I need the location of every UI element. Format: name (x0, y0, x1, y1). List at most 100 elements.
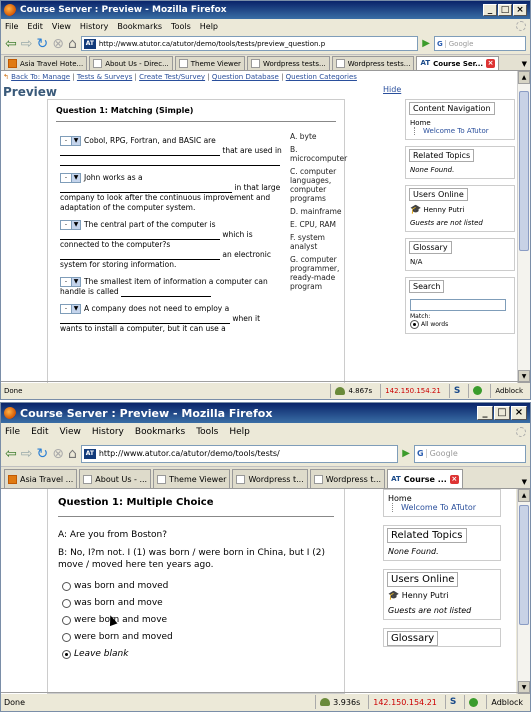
menu-file[interactable]: File (5, 427, 20, 437)
close-button[interactable]: × (513, 4, 527, 16)
stop-icon[interactable]: ⊗ (52, 36, 64, 52)
choice-option[interactable]: Leave blank (62, 649, 334, 659)
menu-history[interactable]: History (80, 22, 108, 31)
welcome-link[interactable]: Welcome To ATutor (392, 503, 496, 512)
tab-wordpress-2[interactable]: Wordpress t... (309, 469, 386, 488)
tab-list-arrow-icon[interactable]: ▼ (522, 60, 527, 70)
all-words-radio[interactable] (410, 320, 419, 329)
question-categories-link[interactable]: Question Categories (286, 73, 357, 81)
maximize-button[interactable]: □ (494, 406, 510, 420)
choice-radio[interactable] (62, 615, 71, 625)
scroll-thumb[interactable] (519, 505, 529, 625)
tab-wordpress-2[interactable]: Wordpress tests... (331, 56, 415, 70)
adblock-label[interactable]: Adblock (490, 383, 527, 398)
tab-theme-viewer[interactable]: Theme Viewer (153, 469, 231, 488)
choice-option[interactable]: were born and move (62, 615, 334, 625)
ok-icon[interactable] (473, 386, 483, 395)
s-icon[interactable]: S (450, 697, 456, 707)
back-arrow-icon[interactable]: ⇦ (5, 36, 17, 52)
home-link[interactable]: Home (388, 494, 496, 503)
close-button[interactable]: × (511, 406, 527, 420)
menu-tools[interactable]: Tools (171, 22, 191, 31)
minimize-button[interactable]: _ (483, 4, 497, 16)
related-topics-heading[interactable]: Related Topics (409, 149, 475, 162)
choice-radio[interactable] (62, 598, 71, 608)
content-navigation-heading[interactable]: Content Navigation (409, 102, 495, 115)
menu-view[interactable]: View (60, 427, 81, 437)
users-online-heading[interactable]: Users Online (409, 188, 468, 201)
vertical-scrollbar[interactable]: ▲ ▼ (517, 489, 530, 694)
menu-file[interactable]: File (5, 22, 18, 31)
answer-dropdown[interactable]: - ▼ (60, 136, 81, 146)
home-icon[interactable]: ⌂ (68, 446, 77, 462)
maximize-button[interactable]: □ (498, 4, 512, 16)
create-test-link[interactable]: Create Test/Survey (139, 73, 205, 81)
answer-dropdown[interactable]: - ▼ (60, 277, 81, 287)
tab-close-icon[interactable]: × (449, 474, 459, 484)
scroll-up-icon[interactable]: ▲ (518, 71, 530, 84)
url-bar[interactable]: AT http://www.atutor.ca/atutor/demo/tool… (80, 444, 399, 463)
menu-help[interactable]: Help (200, 22, 218, 31)
glossary-heading[interactable]: Glossary (387, 631, 439, 646)
hide-link[interactable]: Hide (383, 85, 401, 94)
user-name[interactable]: Henny Putri (423, 206, 464, 214)
choice-radio[interactable] (62, 649, 71, 659)
search-heading[interactable]: Search (409, 280, 445, 293)
go-arrow-icon[interactable]: ▶ (402, 448, 410, 459)
related-topics-heading[interactable]: Related Topics (387, 528, 467, 543)
url-bar[interactable]: AT http://www.atutor.ca/atutor/demo/tool… (80, 36, 419, 51)
tab-about-us[interactable]: About Us - ... (79, 469, 152, 488)
adblock-label[interactable]: Adblock (486, 695, 527, 709)
choice-option[interactable]: were born and moved (62, 632, 334, 642)
reload-icon[interactable]: ↻ (36, 36, 48, 52)
forward-arrow-icon[interactable]: ⇨ (21, 446, 33, 462)
home-icon[interactable]: ⌂ (68, 36, 77, 52)
users-online-heading[interactable]: Users Online (387, 572, 459, 587)
tab-list-arrow-icon[interactable]: ▼ (522, 478, 527, 488)
menu-view[interactable]: View (52, 22, 71, 31)
welcome-link[interactable]: Welcome To ATutor (414, 127, 510, 135)
back-arrow-icon[interactable]: ⇦ (5, 446, 17, 462)
tab-asia-travel[interactable]: Asia Travel Hote... (4, 56, 88, 70)
tab-close-icon[interactable]: × (486, 59, 496, 68)
tab-course-server[interactable]: AT Course Ser... × (416, 56, 500, 70)
tab-theme-viewer[interactable]: Theme Viewer (174, 56, 245, 70)
back-to-manage-link[interactable]: Back To: Manage (11, 73, 70, 81)
stop-icon[interactable]: ⊗ (52, 446, 64, 462)
s-icon[interactable]: S (454, 386, 460, 396)
tab-asia-travel[interactable]: Asia Travel ... (4, 469, 78, 488)
tab-about-us[interactable]: About Us - Direc... (89, 56, 173, 70)
tests-surveys-link[interactable]: Tests & Surveys (77, 73, 132, 81)
choice-radio[interactable] (62, 581, 71, 591)
forward-arrow-icon[interactable]: ⇨ (21, 36, 33, 52)
user-name[interactable]: Henny Putri (402, 591, 449, 600)
question-database-link[interactable]: Question Database (212, 73, 279, 81)
menu-edit[interactable]: Edit (27, 22, 43, 31)
answer-dropdown[interactable]: - ▼ (60, 173, 81, 183)
answer-dropdown[interactable]: - ▼ (60, 220, 81, 230)
scroll-up-icon[interactable]: ▲ (518, 489, 530, 502)
menu-history[interactable]: History (92, 427, 124, 437)
scroll-thumb[interactable] (519, 91, 529, 251)
search-input[interactable]: G Google (434, 36, 526, 51)
home-link[interactable]: Home (410, 119, 510, 127)
menu-tools[interactable]: Tools (196, 427, 218, 437)
choice-radio[interactable] (62, 632, 71, 642)
ok-icon[interactable] (469, 697, 479, 707)
answer-dropdown[interactable]: - ▼ (60, 304, 81, 314)
sidebar-search-input[interactable] (410, 299, 506, 311)
choice-option[interactable]: was born and moved (62, 581, 334, 591)
search-input[interactable]: G Google (414, 444, 526, 463)
tab-wordpress-1[interactable]: Wordpress tests... (246, 56, 330, 70)
menu-bookmarks[interactable]: Bookmarks (135, 427, 185, 437)
menu-edit[interactable]: Edit (31, 427, 48, 437)
menu-bookmarks[interactable]: Bookmarks (117, 22, 162, 31)
vertical-scrollbar[interactable]: ▲ ▼ (517, 71, 530, 383)
tab-wordpress-1[interactable]: Wordpress t... (232, 469, 308, 488)
minimize-button[interactable]: _ (477, 406, 493, 420)
choice-option[interactable]: was born and move (62, 598, 334, 608)
tab-course-server[interactable]: AT Course ... × (387, 469, 463, 488)
go-arrow-icon[interactable]: ▶ (422, 38, 430, 49)
reload-icon[interactable]: ↻ (36, 446, 48, 462)
glossary-heading[interactable]: Glossary (409, 241, 452, 254)
